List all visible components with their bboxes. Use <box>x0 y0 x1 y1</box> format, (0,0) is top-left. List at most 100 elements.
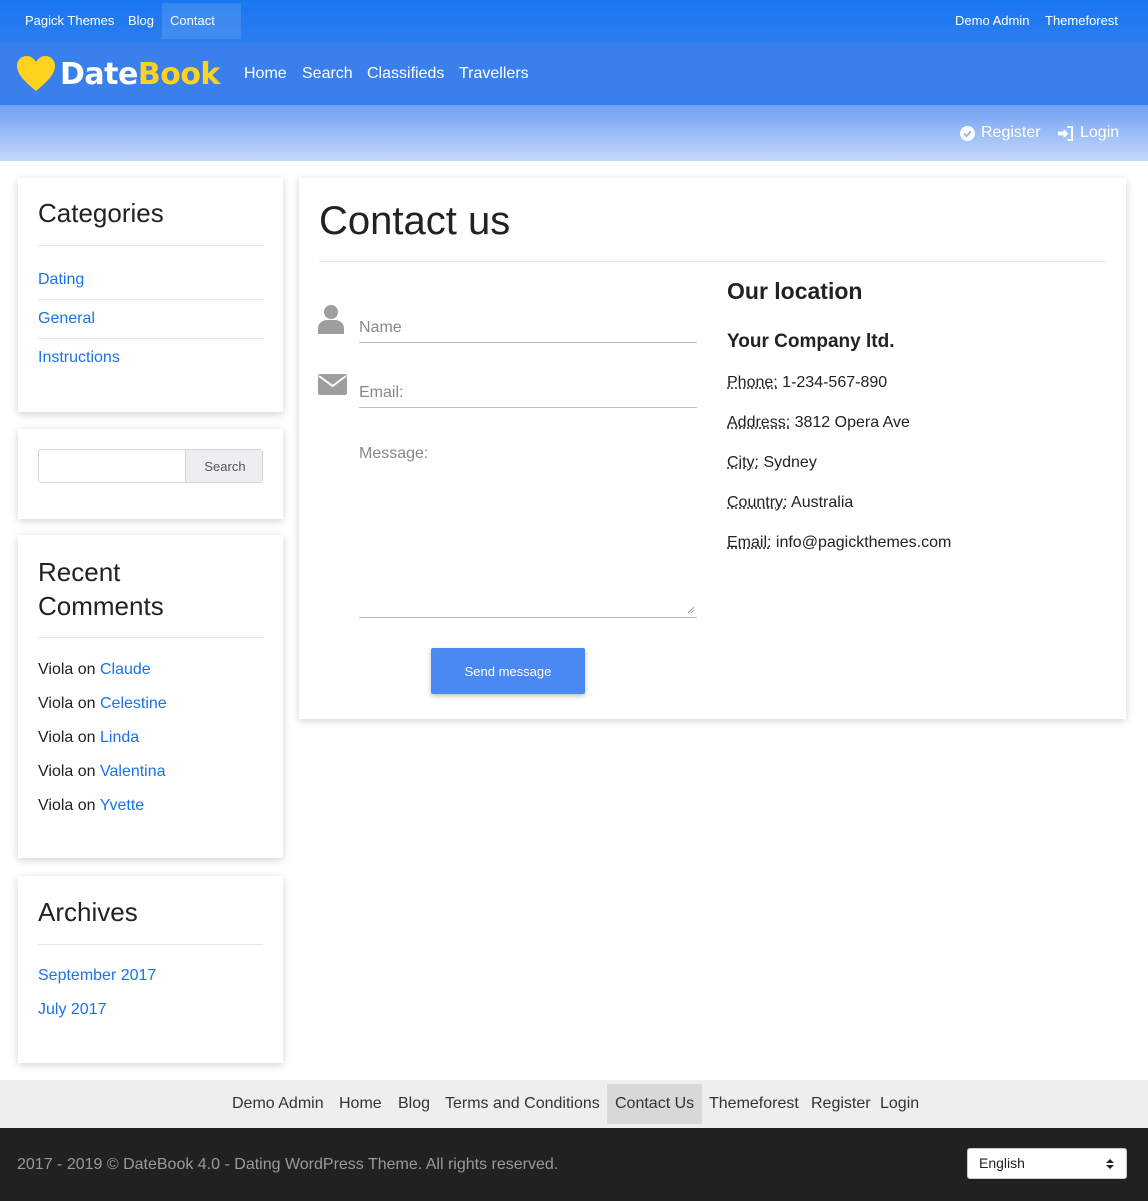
nav-classifieds[interactable]: Classifieds <box>367 43 444 105</box>
info-value: Australia <box>791 494 854 511</box>
divider <box>38 338 263 339</box>
comment-post-link[interactable]: Claude <box>100 661 151 678</box>
info-label: Email: <box>727 534 772 551</box>
comment-on: on <box>77 661 96 678</box>
info-address: Address: 3812 Opera Ave <box>727 414 910 432</box>
sidebar-search-button[interactable]: Search <box>185 450 262 482</box>
archives-title: Archives <box>38 897 138 927</box>
language-select[interactable]: English <box>967 1148 1127 1179</box>
comment-on: on <box>77 729 96 746</box>
info-phone: Phone: 1-234-567-890 <box>727 374 887 392</box>
recent-comments-widget: Recent Comments Viola on Claude Viola on … <box>18 535 283 858</box>
comment-item: Viola on Yvette <box>38 797 144 815</box>
archive-link[interactable]: July 2017 <box>38 1001 107 1019</box>
info-value: 1-234-567-890 <box>782 374 888 391</box>
location-title: Our location <box>727 278 863 304</box>
comment-author: Viola <box>38 729 74 746</box>
login-link[interactable]: Login <box>1057 105 1119 161</box>
category-instructions[interactable]: Instructions <box>38 349 120 367</box>
comment-post-link[interactable]: Celestine <box>100 695 167 712</box>
comment-author: Viola <box>38 695 74 712</box>
name-input[interactable] <box>359 314 697 343</box>
top-link-blog[interactable]: Blog <box>120 0 162 40</box>
footer-link-home[interactable]: Home <box>331 1084 390 1124</box>
footer-link-blog[interactable]: Blog <box>390 1084 438 1124</box>
footer-link-register[interactable]: Register <box>803 1084 879 1124</box>
info-email: Email: info@pagickthemes.com <box>727 534 951 552</box>
envelope-icon <box>318 374 347 395</box>
top-link-themeforest[interactable]: Themeforest <box>1037 0 1126 40</box>
info-value: info@pagickthemes.com <box>775 534 952 551</box>
sidebar-search-input[interactable] <box>39 450 185 482</box>
recent-comments-title: Recent Comments <box>38 555 164 623</box>
info-label: Country: <box>727 494 788 511</box>
info-value: 3812 Opera Ave <box>794 414 910 431</box>
footer-nav: Demo Admin Home Blog Terms and Condition… <box>0 1080 1148 1128</box>
search-widget: Search <box>18 429 283 519</box>
divider <box>319 261 1106 262</box>
account-bar: Register Login <box>0 105 1148 161</box>
copyright-text: 2017 - 2019 © DateBook 4.0 - Dating Word… <box>17 1156 559 1173</box>
email-input[interactable] <box>359 379 697 408</box>
divider <box>38 637 263 638</box>
comment-item: Viola on Celestine <box>38 695 167 713</box>
recent-comments-title-line2: Comments <box>38 591 164 621</box>
company-name: Your Company ltd. <box>727 331 895 352</box>
page-title: Contact us <box>319 199 511 243</box>
divider <box>38 944 263 945</box>
nav-home[interactable]: Home <box>244 43 287 105</box>
comment-on: on <box>77 763 96 780</box>
top-link-contact-us[interactable]: Contact Us <box>162 3 241 64</box>
comment-author: Viola <box>38 763 74 780</box>
register-label: Register <box>981 124 1041 141</box>
footer: 2017 - 2019 © DateBook 4.0 - Dating Word… <box>0 1128 1148 1201</box>
logo-text-book: Book <box>137 56 221 92</box>
search-form: Search <box>38 449 263 483</box>
register-link[interactable]: Register <box>960 105 1041 161</box>
archive-link[interactable]: September 2017 <box>38 967 156 985</box>
logo-wordmark: DateBook <box>60 57 220 92</box>
footer-link-login[interactable]: Login <box>872 1084 927 1124</box>
comment-on: on <box>77 797 96 814</box>
info-label: Phone: <box>727 374 778 391</box>
nav-travellers[interactable]: Travellers <box>459 43 529 105</box>
nav-search[interactable]: Search <box>302 43 353 105</box>
main-nav: DateBook Home Search Classifieds Travell… <box>0 43 1148 105</box>
recent-comments-title-line1: Recent <box>38 557 121 587</box>
logo-text-date: Date <box>60 56 138 92</box>
divider <box>38 245 263 246</box>
comment-post-link[interactable]: Valentina <box>100 763 166 780</box>
language-selected: English <box>979 1155 1025 1171</box>
footer-link-contact-us[interactable]: Contact Us <box>607 1084 703 1124</box>
message-textarea[interactable] <box>359 445 697 618</box>
divider <box>38 299 263 300</box>
check-circle-icon <box>960 125 975 141</box>
categories-widget: Categories Dating General Instructions <box>18 178 283 412</box>
category-dating[interactable]: Dating <box>38 271 84 289</box>
top-bar: Pagick Themes Blog Contact Us Demo Admin… <box>0 0 1148 64</box>
footer-link-demo-admin[interactable]: Demo Admin <box>224 1084 332 1124</box>
comment-author: Viola <box>38 661 74 678</box>
select-arrows-icon <box>1106 1159 1114 1169</box>
resize-grip-icon[interactable] <box>687 606 695 614</box>
sign-in-icon <box>1058 125 1073 141</box>
site-logo[interactable]: DateBook <box>16 54 220 94</box>
send-message-button[interactable]: Send message <box>431 648 585 694</box>
comment-post-link[interactable]: Linda <box>100 729 139 746</box>
comment-author: Viola <box>38 797 74 814</box>
login-label: Login <box>1080 124 1120 141</box>
comment-on: on <box>77 695 96 712</box>
top-link-pagick-themes[interactable]: Pagick Themes <box>17 0 122 40</box>
archives-widget: Archives September 2017 July 2017 <box>18 876 283 1063</box>
footer-link-themeforest[interactable]: Themeforest <box>701 1084 807 1124</box>
top-link-demo-admin[interactable]: Demo Admin <box>947 0 1037 40</box>
category-general[interactable]: General <box>38 310 95 328</box>
comment-item: Viola on Valentina <box>38 763 166 781</box>
info-value: Sydney <box>763 454 817 471</box>
comment-post-link[interactable]: Yvette <box>100 797 144 814</box>
heart-logo-icon <box>17 56 55 91</box>
footer-link-terms[interactable]: Terms and Conditions <box>437 1084 608 1124</box>
contact-card: Contact us Send message Our location You… <box>299 178 1126 719</box>
info-label: Address: <box>727 414 791 431</box>
info-label: City: <box>727 454 759 471</box>
